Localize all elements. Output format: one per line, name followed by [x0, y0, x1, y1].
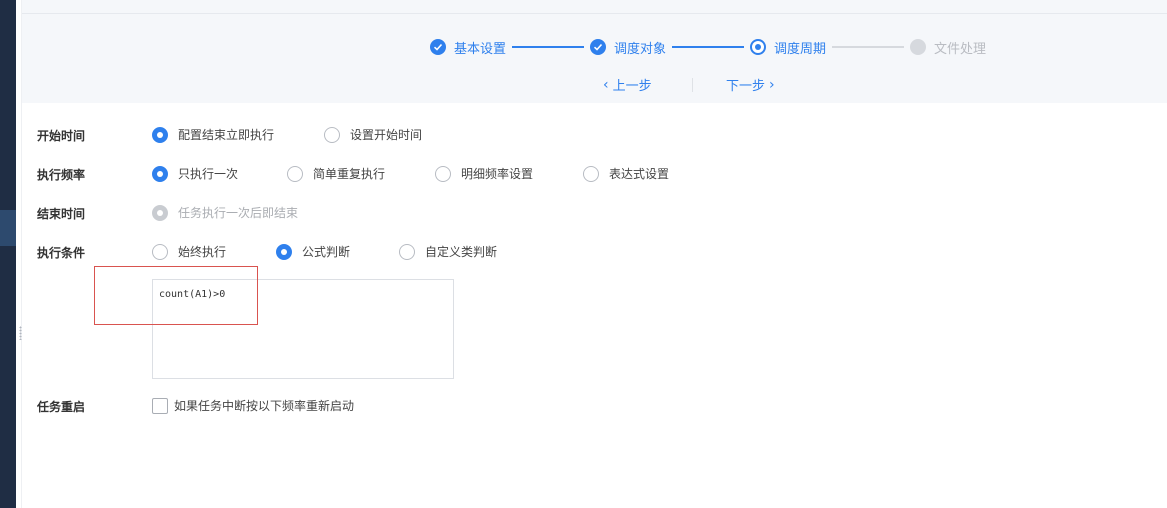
splitter-grip-icon[interactable]	[19, 326, 22, 340]
chevron-right-icon: ›	[769, 76, 775, 93]
option-label: 配置结束立即执行	[178, 128, 275, 142]
run-once-option[interactable]: 只执行一次	[152, 165, 238, 182]
nav-divider	[692, 78, 693, 92]
radio-checked[interactable]	[276, 243, 292, 260]
wizard-nav: ‹ 上一步 下一步 ›	[22, 75, 1167, 95]
step-file-processing[interactable]: 文件处理	[910, 38, 986, 57]
radio-unchecked[interactable]	[583, 165, 599, 182]
radio-checked[interactable]	[152, 165, 168, 182]
option-label: 公式判断	[302, 245, 351, 259]
next-step-button[interactable]: 下一步 ›	[726, 75, 779, 95]
option-label: 设置开始时间	[350, 128, 423, 142]
sidebar-active-item[interactable]	[0, 210, 16, 246]
custom-class-option[interactable]: 自定义类判断	[399, 243, 497, 260]
radio-unchecked[interactable]	[324, 126, 340, 143]
end-after-once-option: 任务执行一次后即结束	[152, 204, 298, 221]
current-step-icon	[750, 39, 767, 55]
wizard-header: 基本设置 调度对象 调度周期 文件处理 ‹ 上一步 下一步 ›	[22, 0, 1167, 103]
radio-checked[interactable]	[152, 126, 168, 143]
condition-label: 执行条件	[37, 246, 86, 260]
checkbox-label: 如果任务中断按以下频率重新启动	[174, 399, 355, 413]
app-sidebar	[0, 0, 16, 508]
end-time-label: 结束时间	[37, 207, 86, 221]
step-label: 调度周期	[774, 41, 827, 57]
option-label: 始终执行	[178, 245, 227, 259]
frequency-label: 执行频率	[37, 168, 86, 182]
start-time-label: 开始时间	[37, 129, 86, 143]
always-run-option[interactable]: 始终执行	[152, 243, 226, 260]
prev-step-label: 上一步	[612, 79, 652, 94]
radio-disabled	[152, 204, 168, 221]
step-schedule-period[interactable]: 调度周期	[750, 38, 826, 57]
step-label: 调度对象	[614, 41, 667, 57]
step-label: 文件处理	[934, 41, 987, 57]
check-icon	[590, 39, 607, 55]
detailed-frequency-option[interactable]: 明细频率设置	[435, 165, 533, 182]
option-label: 任务执行一次后即结束	[178, 206, 299, 220]
option-label: 明细频率设置	[461, 167, 534, 181]
wizard-steps: 基本设置 调度对象 调度周期 文件处理	[430, 37, 986, 57]
step-basic-settings[interactable]: 基本设置	[430, 38, 506, 57]
option-label: 自定义类判断	[425, 245, 498, 259]
formula-option[interactable]: 公式判断	[276, 243, 350, 260]
step-schedule-object[interactable]: 调度对象	[590, 38, 666, 57]
option-label: 简单重复执行	[313, 167, 386, 181]
check-icon	[430, 39, 446, 55]
restart-label: 任务重启	[37, 400, 86, 414]
prev-step-button[interactable]: ‹ 上一步	[599, 75, 652, 95]
step-label: 基本设置	[454, 41, 507, 57]
restart-checkbox[interactable]	[152, 397, 168, 414]
step-connector	[672, 46, 745, 48]
simple-repeat-option[interactable]: 简单重复执行	[287, 165, 385, 182]
radio-unchecked[interactable]	[287, 165, 303, 182]
expression-option[interactable]: 表达式设置	[583, 165, 669, 182]
next-step-label: 下一步	[726, 79, 766, 94]
option-label: 只执行一次	[178, 167, 239, 181]
header-divider	[22, 13, 1167, 14]
chevron-left-icon: ‹	[603, 76, 609, 93]
annotation-highlight-box	[94, 266, 258, 325]
option-label: 表达式设置	[609, 167, 670, 181]
set-start-time-option[interactable]: 设置开始时间	[324, 126, 422, 143]
pending-step-icon	[910, 39, 927, 55]
radio-unchecked[interactable]	[399, 243, 415, 260]
radio-unchecked[interactable]	[435, 165, 451, 182]
start-immediately-option[interactable]: 配置结束立即执行	[152, 126, 274, 143]
step-connector	[512, 46, 585, 48]
radio-unchecked[interactable]	[152, 243, 168, 260]
step-connector	[832, 46, 905, 48]
restart-checkbox-option[interactable]: 如果任务中断按以下频率重新启动	[152, 397, 354, 414]
